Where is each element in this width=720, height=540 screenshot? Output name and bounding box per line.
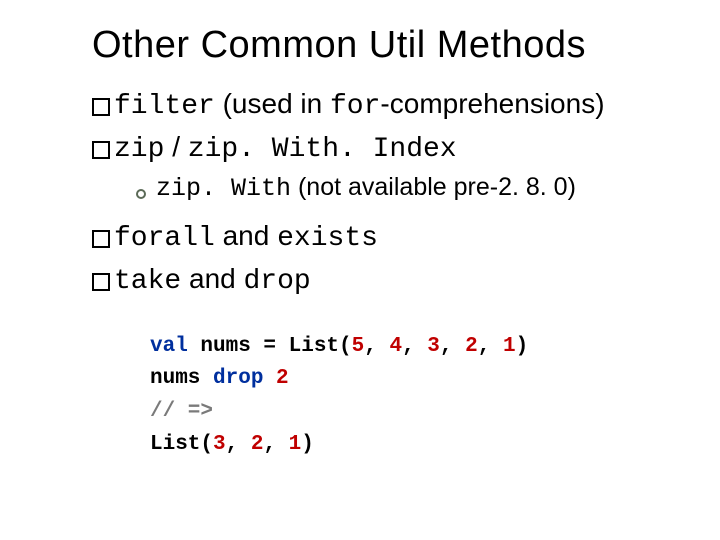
num: 1	[289, 433, 302, 456]
num: 2	[465, 335, 478, 358]
bullet-text: filter (used in for-comprehensions)	[114, 85, 605, 126]
code-text: List(	[150, 433, 213, 456]
code-take: take	[114, 266, 181, 297]
space	[263, 367, 276, 390]
code-zip: zip	[114, 134, 164, 165]
num: 2	[251, 433, 264, 456]
num: 2	[276, 367, 289, 390]
bullet-take: take and drop	[92, 260, 690, 301]
text: and	[181, 263, 243, 294]
slide-title: Other Common Util Methods	[92, 24, 720, 67]
code-example: val nums = List(5, 4, 3, 2, 1) nums drop…	[150, 331, 690, 461]
bullet-text: zip / zip. With. Index	[114, 128, 457, 169]
comma: ,	[263, 433, 288, 456]
circle-bullet-icon	[136, 189, 146, 199]
code-filter: filter	[114, 91, 215, 122]
code-text: nums	[150, 367, 213, 390]
square-bullet-icon	[92, 141, 110, 159]
bullet-text: take and drop	[114, 260, 311, 301]
comma: ,	[440, 335, 465, 358]
sub-bullet-text: zip. With (not available pre-2. 8. 0)	[156, 171, 576, 206]
text: (not available pre-2. 8. 0)	[291, 173, 576, 201]
code-exists: exists	[277, 223, 378, 254]
num: 5	[352, 335, 365, 358]
square-bullet-icon	[92, 230, 110, 248]
text: and	[215, 220, 277, 251]
code-for: for	[330, 91, 380, 122]
bullet-text: forall and exists	[114, 217, 378, 258]
slide: Other Common Util Methods filter (used i…	[0, 0, 720, 540]
num: 4	[389, 335, 402, 358]
sub-bullet-zipwith: zip. With (not available pre-2. 8. 0)	[136, 171, 690, 206]
code-forall: forall	[114, 223, 215, 254]
num: 1	[503, 335, 516, 358]
text: -comprehensions)	[380, 88, 604, 119]
comma: ,	[226, 433, 251, 456]
square-bullet-icon	[92, 98, 110, 116]
comma: ,	[364, 335, 389, 358]
square-bullet-icon	[92, 273, 110, 291]
code-line-2: nums drop 2	[150, 363, 690, 396]
paren: )	[301, 433, 314, 456]
keyword-val: val	[150, 335, 188, 358]
bullet-zip: zip / zip. With. Index	[92, 128, 690, 169]
bullet-filter: filter (used in for-comprehensions)	[92, 85, 690, 126]
text: (used in	[215, 88, 330, 119]
code-text: nums = List(	[188, 335, 352, 358]
num: 3	[427, 335, 440, 358]
paren: )	[516, 335, 529, 358]
keyword-drop: drop	[213, 367, 263, 390]
text: /	[164, 131, 187, 162]
num: 3	[213, 433, 226, 456]
code-zipwithindex: zip. With. Index	[188, 134, 457, 165]
comment: // =>	[150, 400, 213, 423]
code-drop: drop	[244, 266, 311, 297]
code-line-4: List(3, 2, 1)	[150, 429, 690, 462]
bullet-list: filter (used in for-comprehensions) zip …	[92, 85, 690, 461]
bullet-forall: forall and exists	[92, 217, 690, 258]
comma: ,	[402, 335, 427, 358]
code-zipwith: zip. With	[156, 174, 291, 203]
code-line-3: // =>	[150, 396, 690, 429]
code-line-1: val nums = List(5, 4, 3, 2, 1)	[150, 331, 690, 364]
comma: ,	[478, 335, 503, 358]
